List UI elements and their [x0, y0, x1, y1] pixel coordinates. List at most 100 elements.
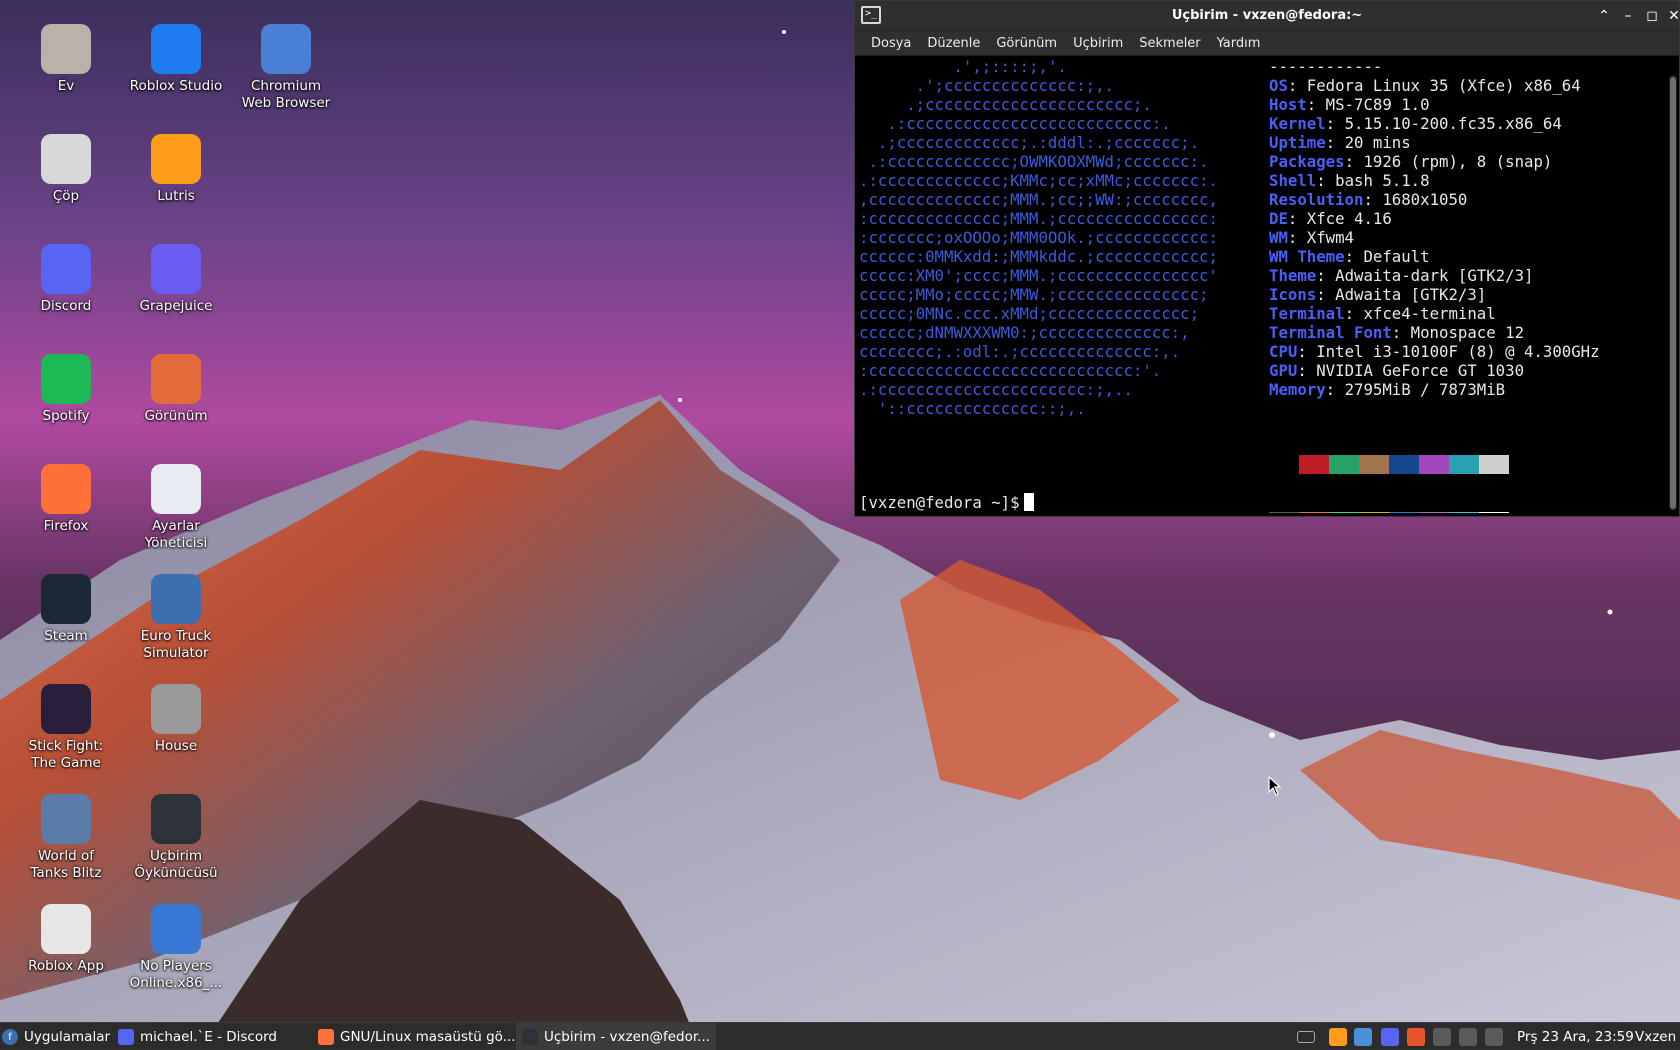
euro-truck-simulator-icon [151, 574, 201, 624]
fedora-logo-icon: f [2, 1029, 18, 1045]
desktop-icon[interactable]: Chromium Web Browser [234, 24, 338, 112]
info-value: 5.15.10-200.fc35.x86_64 [1344, 114, 1562, 133]
desktop-icon[interactable]: Grapejuice [124, 244, 228, 315]
desktop-icon[interactable]: Firefox [14, 464, 118, 535]
maximize-window-icon[interactable]: ◻ [1641, 5, 1663, 27]
menu-sekmeler[interactable]: Sekmeler [1131, 36, 1208, 51]
info-key: Shell [1269, 171, 1317, 190]
logo-line: cccccccc;.:odl:.;cccccccccccccc:,. [859, 342, 1181, 361]
desktop-icon[interactable]: Spotify [14, 354, 118, 425]
info-key: Theme [1269, 266, 1317, 285]
desktop-icon[interactable]: Ayarlar Yöneticisi [124, 464, 228, 552]
power-icon[interactable] [1459, 1028, 1477, 1046]
desktop-icon-label: Grapejuice [139, 298, 213, 314]
discord-tray-icon[interactable] [1381, 1028, 1399, 1046]
desktop-icon[interactable]: Görünüm [124, 354, 228, 425]
terminal-window[interactable]: >_ Uçbirim - vxzen@fedora:~ ⌃ – ◻ ✕ Dosy… [854, 0, 1680, 517]
info-row: Memory: 2795MiB / 7873MiB [1269, 380, 1600, 399]
menu-yardim[interactable]: Yardım [1209, 36, 1269, 51]
palette-swatch [1449, 512, 1479, 513]
info-row: OS: Fedora Linux 35 (Xfce) x86_64 [1269, 76, 1600, 95]
desktop-icon[interactable]: World of Tanks Blitz [14, 794, 118, 882]
desktop-icon[interactable]: Steam [14, 574, 118, 645]
info-colon: : [1316, 285, 1336, 304]
logo-line: ccccc;MMo;ccccc;MMW.;ccccccccccccccc; [859, 285, 1209, 304]
logo-line: .:cccccccccccccccccccccc:;,.. [859, 380, 1133, 399]
house-icon [151, 684, 201, 734]
info-key: WM Theme [1269, 247, 1345, 266]
logo-line: cccccc:0MMKxdd:;MMMkddc.;cccccccccccc; [859, 247, 1218, 266]
menu-gorunum[interactable]: Görünüm [988, 36, 1065, 51]
info-row: Terminal Font: Monospace 12 [1269, 323, 1600, 342]
network-icon[interactable] [1354, 1028, 1372, 1046]
desktop-icon-label: Ev [57, 78, 75, 94]
info-colon: : [1391, 323, 1411, 342]
close-window-icon[interactable]: ✕ [1663, 5, 1680, 27]
desktop-icon[interactable]: Çöp [14, 134, 118, 205]
info-colon: : [1316, 171, 1336, 190]
desktop-icon[interactable]: Roblox App [14, 904, 118, 975]
scrollbar-thumb[interactable] [1670, 77, 1676, 509]
palette-swatch [1299, 455, 1329, 474]
info-colon: : [1306, 95, 1326, 114]
minimize-window-icon[interactable]: – [1617, 5, 1639, 27]
menu-dosya[interactable]: Dosya [863, 36, 919, 51]
info-row: Packages: 1926 (rpm), 8 (snap) [1269, 152, 1600, 171]
shield-tray-icon[interactable] [1407, 1028, 1425, 1046]
taskbar-task-button[interactable]: Uçbirim - vxzen@fedor... [516, 1023, 716, 1050]
info-key: Terminal [1269, 304, 1345, 323]
logo-line: :cccccccccccccccccccccccccccc:'. [859, 361, 1162, 380]
desktop-icon[interactable]: Ev [14, 24, 118, 95]
volume-icon[interactable] [1433, 1028, 1451, 1046]
palette-swatch [1389, 455, 1419, 474]
notifications-icon[interactable] [1485, 1028, 1503, 1046]
shell-prompt[interactable]: [vxzen@fedora ~]$ [859, 493, 1034, 512]
discord-icon [118, 1029, 134, 1045]
fedora-ascii-logo: .',;::::;,'. .';cccccccccccccc:;,. .;ccc… [859, 57, 1218, 418]
show-desktop-icon[interactable] [1297, 1031, 1315, 1043]
desktop-icon[interactable]: Lutris [124, 134, 228, 205]
desktop-icon-label: Lutris [157, 188, 195, 204]
desktop-icon-label: House [154, 738, 198, 754]
taskbar-task-button[interactable]: michael.`E - Discord [112, 1023, 298, 1050]
lutris-tray-icon[interactable] [1329, 1028, 1347, 1046]
desktop-icon-label: Euro Truck Simulator [140, 628, 212, 661]
window-titlebar[interactable]: >_ Uçbirim - vxzen@fedora:~ ⌃ – ◻ ✕ [855, 1, 1680, 31]
info-colon: : [1344, 247, 1364, 266]
chromium-icon [261, 24, 311, 74]
terminal-scrollbar[interactable] [1669, 75, 1677, 511]
desktop-icon[interactable]: Uçbirim Öykünücüsü [124, 794, 228, 882]
taskbar-task-label: michael.`E - Discord [140, 1029, 277, 1045]
info-value: Default [1363, 247, 1430, 266]
menu-duzenle[interactable]: Düzenle [919, 36, 988, 51]
info-value: Xfwm4 [1306, 228, 1355, 247]
info-key: DE [1269, 209, 1288, 228]
desktop-icon[interactable]: Discord [14, 244, 118, 315]
menu-ucbirim[interactable]: Uçbirim [1065, 36, 1131, 51]
shade-window-icon[interactable]: ⌃ [1593, 5, 1615, 27]
desktop-icon[interactable]: Euro Truck Simulator [124, 574, 228, 662]
desktop-icon-label: Chromium Web Browser [241, 78, 331, 111]
palette-swatch [1449, 455, 1479, 474]
taskbar-task-button[interactable]: GNU/Linux masaüstü gö... [312, 1023, 514, 1050]
applications-menu-button[interactable]: f Uygulamalar [2, 1023, 112, 1050]
info-key: Host [1269, 95, 1307, 114]
info-key: CPU [1269, 342, 1298, 361]
desktop-icon[interactable]: Stick Fight: The Game [14, 684, 118, 772]
clock[interactable]: Prş 23 Ara, 23:59 [1517, 1029, 1634, 1045]
no-players-online-icon [151, 904, 201, 954]
desktop-icon-label: Firefox [43, 518, 89, 534]
settings-manager-icon [151, 464, 201, 514]
logo-line: .;cccccccccccccccccccccc;. [859, 95, 1152, 114]
terminal-output[interactable]: .',;::::;,'. .';cccccccccccccc:;,. .;ccc… [859, 57, 1659, 513]
info-key: Uptime [1269, 133, 1326, 152]
info-colon: : [1344, 304, 1364, 323]
info-row: WM Theme: Default [1269, 247, 1600, 266]
desktop-icon[interactable]: House [124, 684, 228, 755]
desktop-icon[interactable]: No Players Online.x86_... [124, 904, 228, 992]
user-menu[interactable]: Vxzen [1635, 1029, 1676, 1045]
desktop-icon[interactable]: Roblox Studio [124, 24, 228, 95]
world-of-tanks-icon [41, 794, 91, 844]
info-colon: : [1344, 152, 1364, 171]
info-value: Monospace 12 [1410, 323, 1525, 342]
